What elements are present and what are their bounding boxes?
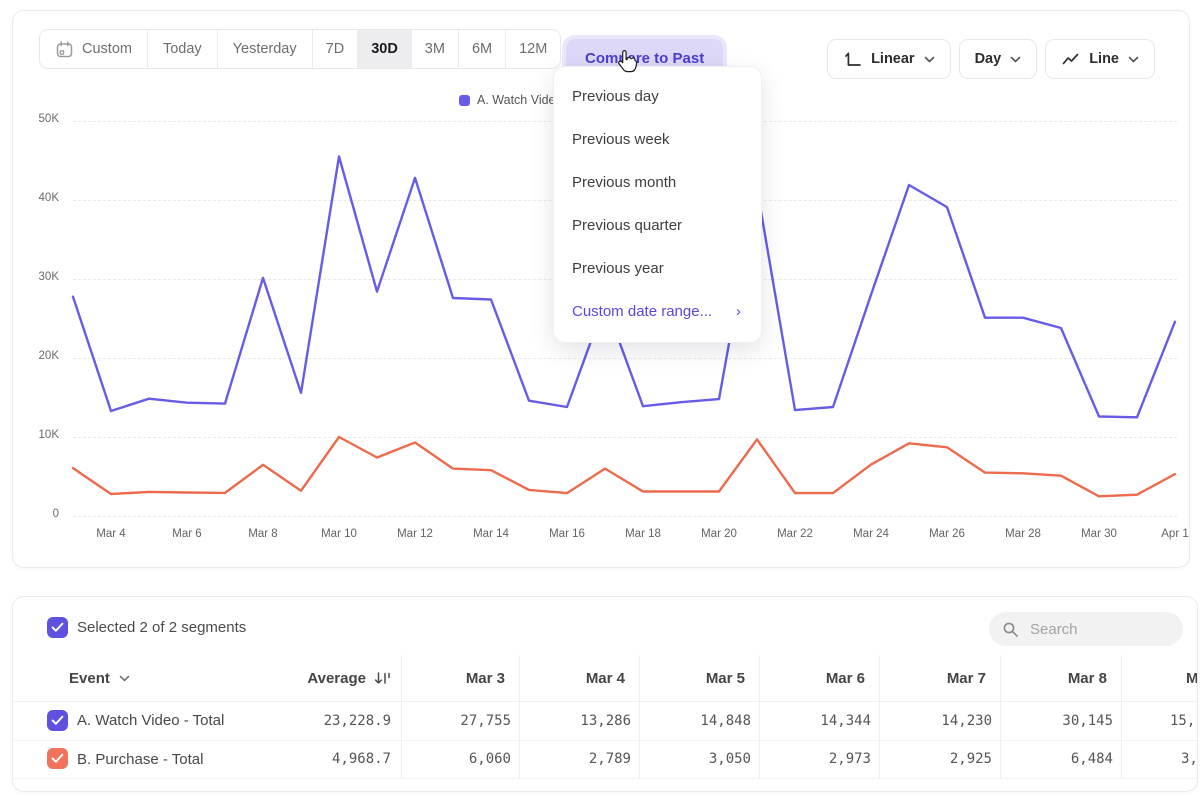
- table-row: A. Watch Video - Total 23,228.9 27,755 13,2…: [13, 701, 1197, 741]
- checkmark-icon: [51, 715, 64, 726]
- range-button-custom[interactable]: Custom: [40, 30, 147, 68]
- search-icon: [1002, 621, 1019, 638]
- search-box[interactable]: [989, 612, 1183, 646]
- column-header-average[interactable]: Average: [307, 655, 391, 701]
- column-header-event[interactable]: Event: [69, 655, 130, 701]
- legend-swatch: [459, 95, 470, 106]
- cell-value: 27,755: [460, 701, 511, 740]
- cell-value: 2,973: [829, 740, 871, 778]
- search-input[interactable]: [1028, 620, 1172, 639]
- compare-menu: Previous dayPrevious weekPrevious monthP…: [553, 66, 762, 343]
- interval-select-label: Day: [975, 51, 1002, 67]
- event-label: B. Purchase - Total: [77, 740, 203, 778]
- range-button-today[interactable]: Today: [147, 30, 217, 68]
- interval-select[interactable]: Day: [959, 39, 1038, 79]
- cell-value: 14,344: [820, 701, 871, 740]
- column-header-mar-3[interactable]: Mar 3: [466, 655, 505, 701]
- cell-value: 6,484: [1071, 740, 1113, 778]
- menu-item-previous-month[interactable]: Previous month: [554, 161, 761, 204]
- column-header-mar-8[interactable]: Mar 8: [1068, 655, 1107, 701]
- range-button-30d[interactable]: 30D: [357, 30, 411, 68]
- cell-value: 13,286: [580, 701, 631, 740]
- column-header-label: Event: [69, 670, 110, 687]
- scale-select[interactable]: Linear: [827, 39, 951, 79]
- cell-value: 14,848: [700, 701, 751, 740]
- cell-value: 2,925: [950, 740, 992, 778]
- column-header-mar-6[interactable]: Mar 6: [826, 655, 865, 701]
- column-header-mar-4[interactable]: Mar 4: [586, 655, 625, 701]
- scale-select-label: Linear: [871, 51, 915, 67]
- segments-card: Selected 2 of 2 segments Event Average Mar…: [12, 596, 1198, 792]
- range-button-label: 3M: [425, 41, 445, 57]
- column-header-label: Average: [307, 670, 366, 687]
- menu-item-previous-day[interactable]: Previous day: [554, 75, 761, 118]
- sort-descending-icon: [374, 670, 391, 686]
- range-button-6m[interactable]: 6M: [458, 30, 505, 68]
- row-checkbox[interactable]: [47, 748, 68, 769]
- cell-value: 3,: [1181, 740, 1198, 778]
- chevron-right-icon: ›: [736, 303, 741, 320]
- checkmark-icon: [51, 753, 64, 764]
- range-button-label: Today: [163, 41, 202, 57]
- range-button-12m[interactable]: 12M: [505, 30, 560, 68]
- chevron-down-icon: [1128, 56, 1139, 63]
- legend-item-a-watch-video[interactable]: A. Watch Video: [459, 93, 562, 107]
- menu-item-custom-date-range[interactable]: Custom date range... ›: [554, 290, 761, 333]
- menu-item-previous-year[interactable]: Previous year: [554, 247, 761, 290]
- cell-average: 23,228.9: [324, 701, 391, 740]
- column-header-mar-7[interactable]: Mar 7: [947, 655, 986, 701]
- column-header-mar-5[interactable]: Mar 5: [706, 655, 745, 701]
- range-button-label: 7D: [326, 41, 345, 57]
- cell-value: 30,145: [1062, 701, 1113, 740]
- chevron-down-icon: [119, 675, 130, 682]
- series-line-b-purchase: [73, 437, 1175, 496]
- chart-type-select[interactable]: Line: [1045, 39, 1155, 79]
- menu-item-label: Custom date range...: [572, 303, 712, 320]
- table-header-row: Event Average Mar 3 Mar 4 Mar 5 Mar 6 Mar 7 Mar…: [13, 655, 1197, 702]
- legend-label: A. Watch Video: [477, 93, 562, 107]
- cell-value: 3,050: [709, 740, 751, 778]
- cell-value: 2,789: [589, 740, 631, 778]
- calendar-icon: [55, 40, 74, 59]
- range-button-yesterday[interactable]: Yesterday: [217, 30, 312, 68]
- select-all-checkbox[interactable]: [47, 617, 68, 638]
- cell-value: 14,230: [941, 701, 992, 740]
- view-controls: Linear Day Line: [827, 39, 1155, 79]
- range-button-3m[interactable]: 3M: [411, 30, 458, 68]
- range-button-label: Custom: [82, 41, 132, 57]
- date-range-group: Custom Today Yesterday 7D 30D 3M 6M 12M: [39, 29, 561, 69]
- cell-value: 15,: [1170, 701, 1195, 740]
- chevron-down-icon: [1010, 56, 1021, 63]
- chevron-down-icon: [924, 56, 935, 63]
- column-header-mar-9[interactable]: Mar 9: [1186, 655, 1198, 701]
- range-button-label: 30D: [371, 41, 398, 57]
- cell-average: 4,968.7: [332, 740, 391, 778]
- cell-value: 6,060: [469, 740, 511, 778]
- line-chart-icon: [1061, 50, 1080, 68]
- chart-type-select-label: Line: [1089, 51, 1119, 67]
- event-label: A. Watch Video - Total: [77, 701, 224, 740]
- checkmark-icon: [51, 622, 64, 633]
- menu-item-previous-week[interactable]: Previous week: [554, 118, 761, 161]
- axis-icon: [843, 50, 862, 68]
- menu-item-previous-quarter[interactable]: Previous quarter: [554, 204, 761, 247]
- row-checkbox[interactable]: [47, 710, 68, 731]
- range-button-label: 12M: [519, 41, 547, 57]
- range-button-label: Yesterday: [233, 41, 297, 57]
- range-button-label: 6M: [472, 41, 492, 57]
- selected-count-label: Selected 2 of 2 segments: [77, 619, 246, 636]
- table-row: B. Purchase - Total 4,968.7 6,060 2,789 3,05…: [13, 740, 1197, 779]
- range-button-7d[interactable]: 7D: [312, 30, 358, 68]
